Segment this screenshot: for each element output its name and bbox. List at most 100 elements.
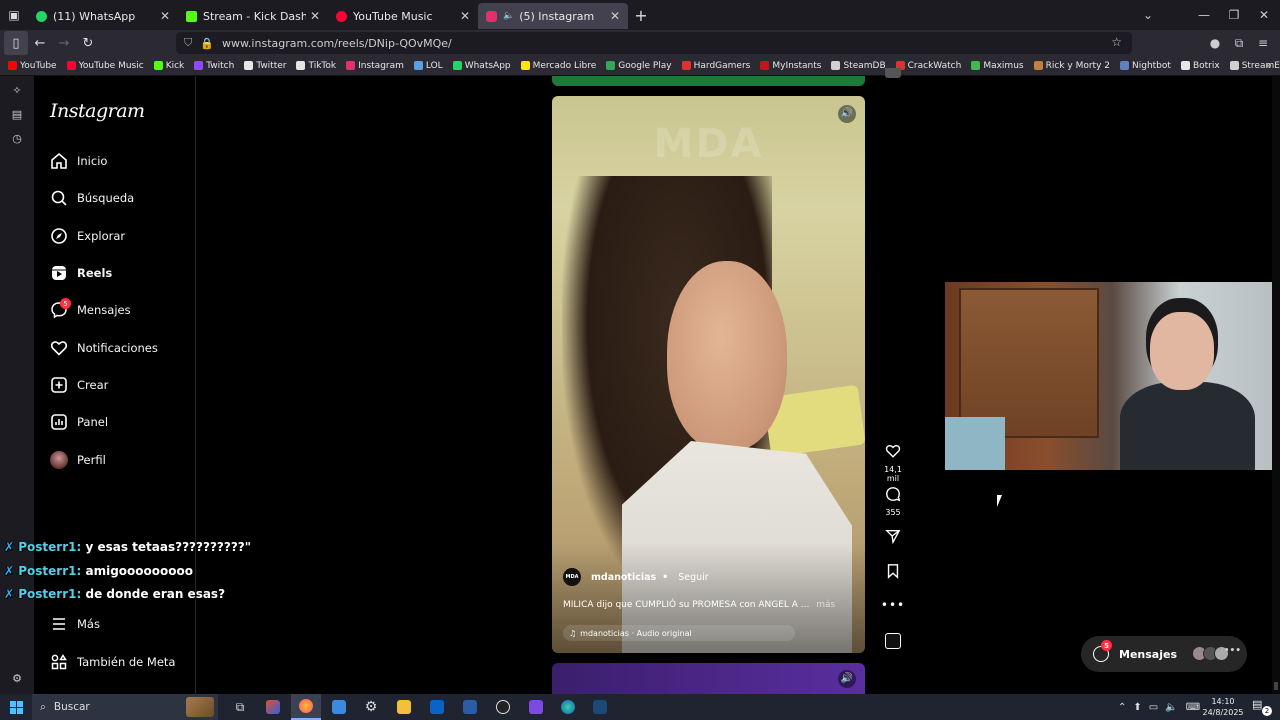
settings-icon[interactable]: ⚙ bbox=[356, 694, 386, 720]
minimize-icon[interactable]: — bbox=[1188, 0, 1220, 30]
close-icon[interactable]: ✕ bbox=[460, 9, 470, 23]
firefox-icon[interactable] bbox=[291, 694, 321, 720]
steam-icon[interactable] bbox=[585, 694, 615, 720]
outlook-icon[interactable] bbox=[422, 694, 452, 720]
bookmarks-overflow-icon[interactable]: » bbox=[1265, 59, 1272, 72]
bookmark-item[interactable]: Instagram bbox=[346, 61, 404, 71]
next-reel[interactable]: 🔊 bbox=[552, 663, 865, 694]
page-scrollbar[interactable] bbox=[1272, 76, 1280, 694]
nav-home[interactable]: Inicio bbox=[50, 149, 107, 173]
extensions-icon[interactable]: ⧉ bbox=[1228, 30, 1250, 56]
settings-icon[interactable]: ⚙ bbox=[10, 672, 24, 686]
bookmark-item[interactable]: Twitter bbox=[244, 61, 286, 71]
bookmark-item[interactable]: Mercado Libre bbox=[520, 61, 596, 71]
nav-more[interactable]: Más bbox=[50, 612, 100, 636]
sidebar-toggle-icon[interactable]: ▯ bbox=[4, 31, 28, 55]
nav-profile[interactable]: Perfil bbox=[50, 448, 106, 472]
network-icon[interactable]: ▭ bbox=[1149, 702, 1158, 713]
discord-icon[interactable] bbox=[521, 694, 551, 720]
bookmark-item[interactable]: Google Play bbox=[606, 61, 672, 71]
bookmark-item[interactable]: TikTok bbox=[296, 61, 336, 71]
taskbar-search[interactable]: ⌕ Buscar bbox=[32, 694, 218, 720]
maximize-icon[interactable]: ❐ bbox=[1218, 0, 1250, 30]
bookmark-star-icon[interactable]: ☆ bbox=[1111, 35, 1122, 49]
taskbar-clock[interactable]: 14:10 24/8/2025 bbox=[1200, 696, 1246, 718]
nav-explore[interactable]: Explorar bbox=[50, 224, 125, 248]
reload-icon[interactable]: ↻ bbox=[76, 31, 100, 55]
windows-start-icon[interactable] bbox=[0, 694, 32, 720]
menu-icon[interactable]: ≡ bbox=[1252, 30, 1274, 56]
edge-icon[interactable] bbox=[553, 694, 583, 720]
tab-list-button[interactable]: ▣ bbox=[0, 0, 28, 30]
new-tab-button[interactable]: + bbox=[628, 6, 654, 25]
comment-action[interactable]: 355 bbox=[878, 486, 908, 517]
nav-notifications[interactable]: Notificaciones bbox=[50, 336, 158, 360]
app-icon[interactable] bbox=[455, 694, 485, 720]
tabs-icon[interactable]: ▤ bbox=[10, 108, 24, 122]
tab-instagram[interactable]: 🔈 (5) Instagram ✕ bbox=[478, 3, 628, 29]
tab-whatsapp[interactable]: (11) WhatsApp ✕ bbox=[28, 3, 178, 29]
bookmark-item[interactable]: WhatsApp bbox=[452, 61, 511, 71]
task-view-icon[interactable]: ⧉ bbox=[225, 694, 255, 720]
follow-button[interactable]: Seguir bbox=[678, 572, 708, 583]
nav-also-from-meta[interactable]: También de Meta bbox=[50, 650, 175, 674]
bookmark-item[interactable]: Nightbot bbox=[1120, 61, 1171, 71]
nav-reels[interactable]: Reels bbox=[50, 261, 112, 285]
bookmark-item[interactable]: HardGamers bbox=[681, 61, 750, 71]
bookmark-item[interactable]: Twitch bbox=[194, 61, 234, 71]
speaker-icon[interactable]: 🔈 bbox=[1165, 702, 1177, 713]
nav-search[interactable]: Búsqueda bbox=[50, 186, 134, 210]
messages-pill[interactable]: 5 Mensajes ••• bbox=[1081, 636, 1247, 672]
save-action[interactable] bbox=[878, 563, 908, 583]
notification-icon[interactable]: ▤ 2 bbox=[1252, 698, 1272, 716]
bookmark-item[interactable]: StreamElements bbox=[1229, 61, 1280, 71]
volume-icon[interactable]: 🔊 bbox=[838, 670, 856, 688]
tab-dropdown-icon[interactable]: ⌄ bbox=[1132, 0, 1164, 30]
author-name[interactable]: mdanoticias bbox=[591, 572, 656, 583]
close-icon[interactable]: ✕ bbox=[610, 9, 620, 23]
caption-more-link[interactable]: más bbox=[816, 600, 835, 610]
store-icon[interactable] bbox=[324, 694, 354, 720]
author-avatar[interactable]: MDA bbox=[563, 568, 581, 586]
history-icon[interactable]: ◷ bbox=[10, 132, 24, 146]
lock-icon[interactable]: 🔒 bbox=[200, 37, 214, 50]
bookmark-item[interactable]: MyInstants bbox=[760, 61, 821, 71]
app-icon[interactable] bbox=[258, 694, 288, 720]
keyboard-icon[interactable]: ⌨ bbox=[1186, 702, 1200, 713]
more-options-icon[interactable]: ••• bbox=[878, 597, 908, 613]
account-icon[interactable]: ● bbox=[1204, 30, 1226, 56]
nav-panel[interactable]: Panel bbox=[50, 410, 108, 434]
close-icon[interactable]: ✕ bbox=[160, 9, 170, 23]
volume-icon[interactable]: 🔊 bbox=[838, 105, 856, 123]
bookmark-item[interactable]: Botrix bbox=[1180, 61, 1220, 71]
share-action[interactable] bbox=[878, 528, 908, 548]
obs-icon[interactable] bbox=[488, 694, 518, 720]
shield-icon[interactable]: ⛉ bbox=[184, 36, 192, 50]
close-icon[interactable]: ✕ bbox=[310, 9, 320, 23]
ai-chat-icon[interactable]: ✧ bbox=[10, 84, 24, 98]
reel-audio[interactable]: ♫ mdanoticias · Audio original bbox=[563, 625, 795, 641]
reel-video[interactable]: MDA 🔊 MDA mdanoticias • Seguir MILICA di… bbox=[552, 96, 865, 653]
tab-kick-dashboard[interactable]: Stream - Kick Dashboard ✕ bbox=[178, 3, 328, 29]
bookmark-item[interactable]: YouTube Music bbox=[66, 61, 144, 71]
tab-youtube-music[interactable]: YouTube Music ✕ bbox=[328, 3, 478, 29]
instagram-logo[interactable]: Instagram bbox=[50, 100, 145, 122]
tray-app-icon[interactable]: ⬆ bbox=[1133, 702, 1141, 713]
file-explorer-icon[interactable] bbox=[389, 694, 419, 720]
speaker-icon[interactable]: 🔈 bbox=[503, 11, 514, 21]
tray-expand-icon[interactable]: ⌃ bbox=[1118, 702, 1126, 713]
like-action[interactable]: 14,1 mil bbox=[878, 443, 908, 483]
close-window-icon[interactable]: ✕ bbox=[1248, 0, 1280, 30]
bookmark-item[interactable]: YouTube bbox=[8, 61, 57, 71]
url-bar[interactable]: ⛉ 🔒 www.instagram.com/reels/DNip-QOvMQe/… bbox=[176, 32, 1132, 54]
bookmark-item[interactable]: LOL bbox=[413, 61, 443, 71]
audio-thumbnail[interactable] bbox=[878, 633, 908, 649]
bookmark-item[interactable]: Maximus bbox=[971, 61, 1024, 71]
back-icon[interactable]: ← bbox=[28, 31, 52, 55]
bookmark-item[interactable]: Kick bbox=[153, 61, 184, 71]
previous-reel[interactable] bbox=[552, 76, 865, 86]
previous-reel-author-avatar[interactable] bbox=[878, 68, 908, 78]
bookmark-item[interactable]: Rick y Morty 2 bbox=[1033, 61, 1110, 71]
nav-messages[interactable]: 5 Mensajes bbox=[50, 298, 131, 322]
nav-create[interactable]: Crear bbox=[50, 373, 108, 397]
